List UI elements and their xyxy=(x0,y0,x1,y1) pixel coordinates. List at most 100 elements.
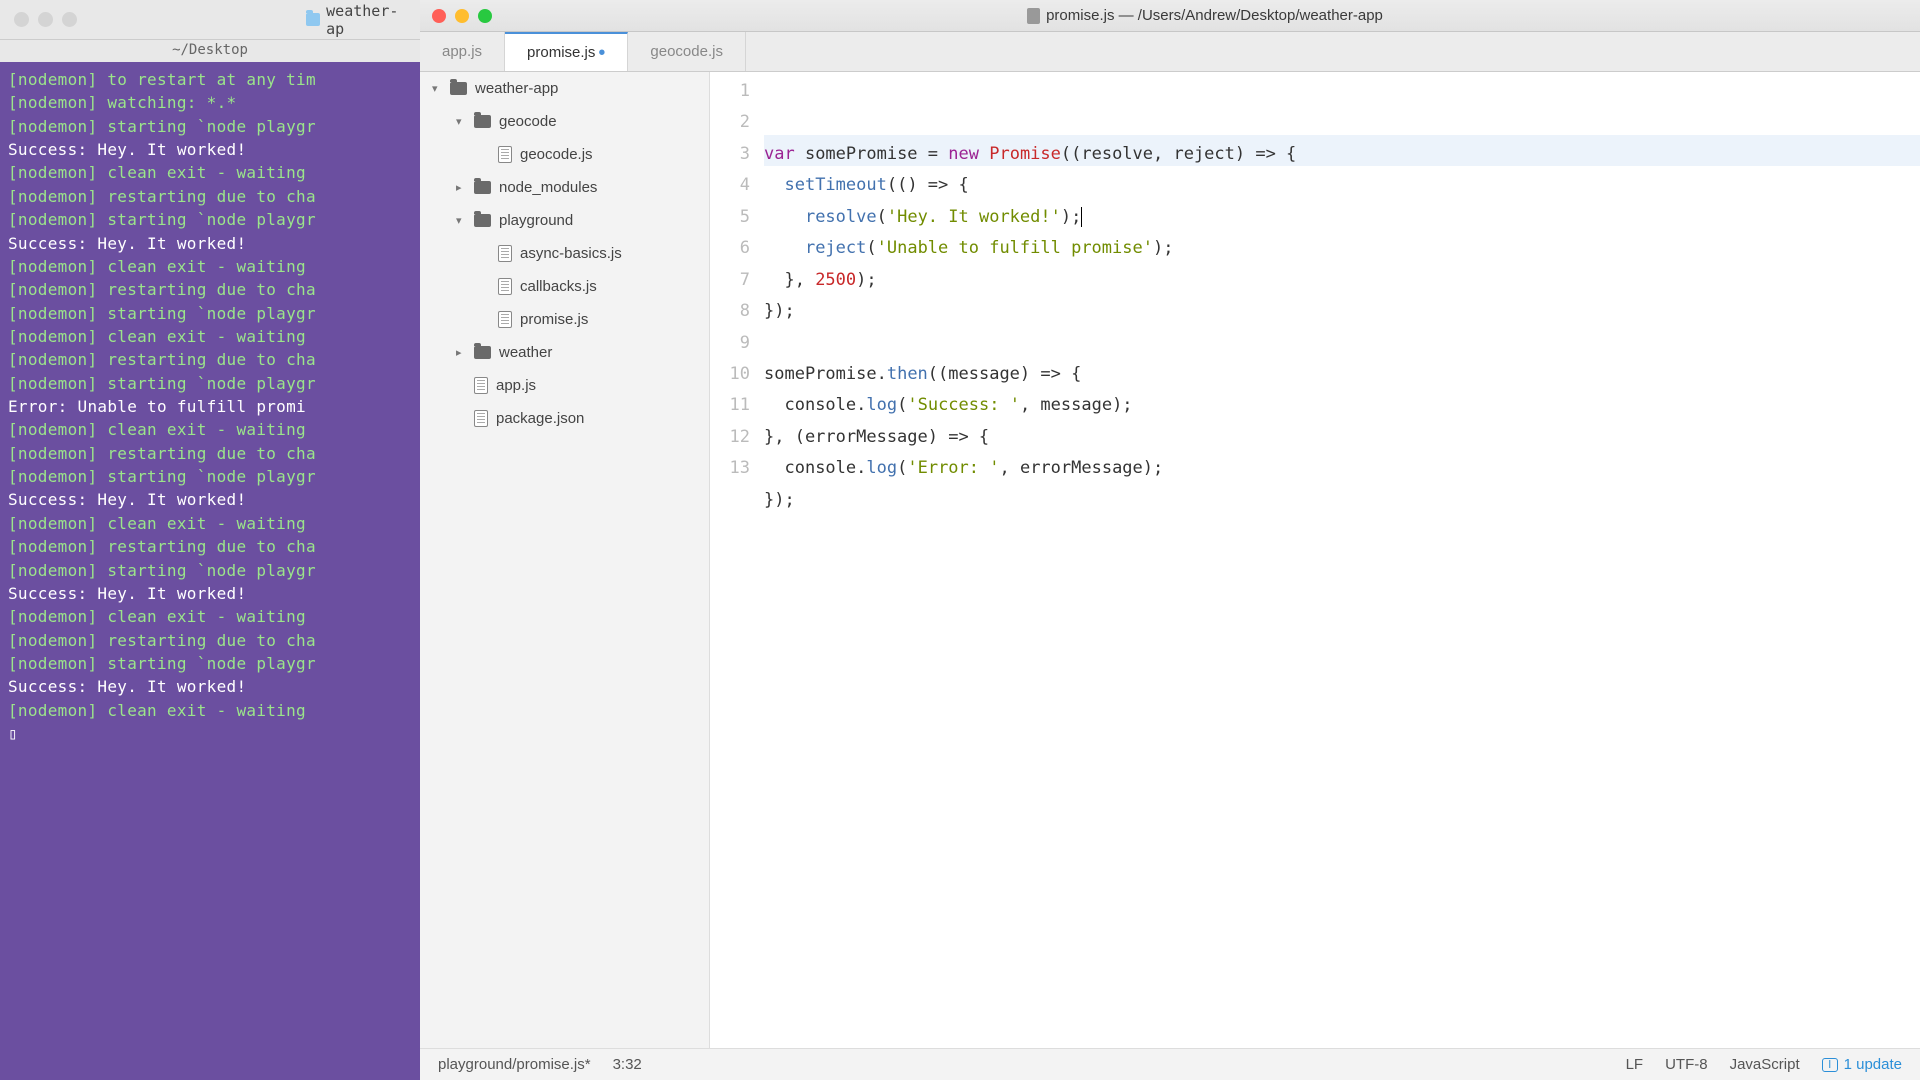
update-label: 1 update xyxy=(1844,1056,1902,1073)
terminal-maximize-icon[interactable] xyxy=(62,12,77,27)
tree-file-package-json[interactable]: package.json xyxy=(420,402,709,435)
terminal-line: [nodemon] starting `node playgr xyxy=(8,465,412,488)
file-icon xyxy=(498,311,512,328)
tree-root-label: weather-app xyxy=(475,80,558,97)
file-icon xyxy=(498,245,512,262)
terminal-minimize-icon[interactable] xyxy=(38,12,53,27)
terminal-line: [nodemon] clean exit - waiting xyxy=(8,512,412,535)
line-gutter: 12345678910111213 xyxy=(710,72,764,1048)
document-icon xyxy=(1027,8,1040,24)
chevron-right-icon: ▸ xyxy=(456,346,466,359)
editor-maximize-icon[interactable] xyxy=(478,9,492,23)
status-eol[interactable]: LF xyxy=(1626,1056,1644,1073)
terminal-line: [nodemon] starting `node playgr xyxy=(8,115,412,138)
terminal-line: [nodemon] restarting due to cha xyxy=(8,348,412,371)
terminal-line: [nodemon] to restart at any tim xyxy=(8,68,412,91)
tree-file-promise-js[interactable]: promise.js xyxy=(420,303,709,336)
folder-icon xyxy=(474,346,491,359)
tab-geocode-js[interactable]: geocode.js xyxy=(628,32,746,71)
tree-folder-playground[interactable]: ▾ playground xyxy=(420,204,709,237)
folder-icon xyxy=(306,13,320,26)
package-icon xyxy=(1822,1058,1838,1072)
file-icon xyxy=(474,377,488,394)
terminal-line: [nodemon] restarting due to cha xyxy=(8,442,412,465)
terminal-window: weather-ap ~/Desktop [nodemon] to restar… xyxy=(0,0,420,1080)
terminal-line: [nodemon] starting `node playgr xyxy=(8,302,412,325)
folder-icon xyxy=(474,214,491,227)
chevron-down-icon: ▾ xyxy=(432,82,442,95)
terminal-line: [nodemon] restarting due to cha xyxy=(8,535,412,558)
file-tree-sidebar[interactable]: ▾ weather-app ▾ geocode geocode.js ▸ node_mo… xyxy=(420,72,710,1048)
tree-item-label: async-basics.js xyxy=(520,245,622,262)
terminal-line: [nodemon] clean exit - waiting xyxy=(8,161,412,184)
file-icon xyxy=(498,278,512,295)
tree-folder-geocode[interactable]: ▾ geocode xyxy=(420,105,709,138)
editor-title-text: promise.js — /Users/Andrew/Desktop/weath… xyxy=(1046,7,1383,24)
terminal-line: [nodemon] clean exit - waiting xyxy=(8,325,412,348)
tree-file-async-basics-js[interactable]: async-basics.js xyxy=(420,237,709,270)
tree-item-label: weather xyxy=(499,344,552,361)
terminal-line: Success: Hey. It worked! xyxy=(8,138,412,161)
code-editor[interactable]: 12345678910111213 var somePromise = new … xyxy=(710,72,1920,1048)
folder-icon xyxy=(474,115,491,128)
tree-root[interactable]: ▾ weather-app xyxy=(420,72,709,105)
tab-promise-js[interactable]: promise.js• xyxy=(505,32,628,71)
editor-window-title: promise.js — /Users/Andrew/Desktop/weath… xyxy=(502,7,1908,24)
terminal-line: [nodemon] restarting due to cha xyxy=(8,629,412,652)
tree-item-label: geocode xyxy=(499,113,557,130)
status-encoding[interactable]: UTF-8 xyxy=(1665,1056,1708,1073)
terminal-line: [nodemon] restarting due to cha xyxy=(8,185,412,208)
chevron-right-icon: ▸ xyxy=(456,181,466,194)
tree-item-label: geocode.js xyxy=(520,146,593,163)
terminal-line: [nodemon] starting `node playgr xyxy=(8,372,412,395)
terminal-line: Error: Unable to fulfill promi xyxy=(8,395,412,418)
terminal-line: Success: Hey. It worked! xyxy=(8,675,412,698)
terminal-line: [nodemon] clean exit - waiting xyxy=(8,255,412,278)
terminal-line: Success: Hey. It worked! xyxy=(8,582,412,605)
tree-file-callbacks-js[interactable]: callbacks.js xyxy=(420,270,709,303)
terminal-tab[interactable]: weather-ap xyxy=(306,2,406,38)
terminal-traffic-lights[interactable] xyxy=(14,12,77,27)
editor-tabs: app.jspromise.js•geocode.js xyxy=(420,32,1920,72)
terminal-line: [nodemon] clean exit - waiting xyxy=(8,418,412,441)
editor-close-icon[interactable] xyxy=(432,9,446,23)
editor-traffic-lights[interactable] xyxy=(432,9,492,23)
terminal-close-icon[interactable] xyxy=(14,12,29,27)
tree-item-label: package.json xyxy=(496,410,584,427)
tab-app-js[interactable]: app.js xyxy=(420,32,505,71)
terminal-line: [nodemon] clean exit - waiting xyxy=(8,699,412,722)
status-language[interactable]: JavaScript xyxy=(1730,1056,1800,1073)
status-cursor: 3:32 xyxy=(613,1056,642,1073)
update-badge[interactable]: 1 update xyxy=(1822,1056,1902,1073)
tree-file-geocode-js[interactable]: geocode.js xyxy=(420,138,709,171)
editor-window: promise.js — /Users/Andrew/Desktop/weath… xyxy=(420,0,1920,1080)
tree-item-label: promise.js xyxy=(520,311,588,328)
terminal-titlebar[interactable]: weather-ap xyxy=(0,0,420,40)
tree-item-label: playground xyxy=(499,212,573,229)
folder-icon xyxy=(450,82,467,95)
status-bar: playground/promise.js* 3:32 LF UTF-8 Jav… xyxy=(420,1048,1920,1080)
file-icon xyxy=(474,410,488,427)
terminal-line: [nodemon] watching: *.* xyxy=(8,91,412,114)
tree-folder-weather[interactable]: ▸ weather xyxy=(420,336,709,369)
folder-icon xyxy=(474,181,491,194)
code-content[interactable]: var somePromise = new Promise((resolve, … xyxy=(764,72,1920,1048)
tree-item-label: node_modules xyxy=(499,179,597,196)
terminal-line: [nodemon] clean exit - waiting xyxy=(8,605,412,628)
tree-item-label: app.js xyxy=(496,377,536,394)
terminal-line: Success: Hey. It worked! xyxy=(8,488,412,511)
file-icon xyxy=(498,146,512,163)
editor-titlebar[interactable]: promise.js — /Users/Andrew/Desktop/weath… xyxy=(420,0,1920,32)
terminal-line: [nodemon] starting `node playgr xyxy=(8,208,412,231)
chevron-down-icon: ▾ xyxy=(456,115,466,128)
chevron-down-icon: ▾ xyxy=(456,214,466,227)
terminal-output[interactable]: [nodemon] to restart at any tim[nodemon]… xyxy=(0,62,420,751)
tree-file-app-js[interactable]: app.js xyxy=(420,369,709,402)
editor-main: ▾ weather-app ▾ geocode geocode.js ▸ node_mo… xyxy=(420,72,1920,1048)
tree-folder-node_modules[interactable]: ▸ node_modules xyxy=(420,171,709,204)
terminal-line: [nodemon] starting `node playgr xyxy=(8,652,412,675)
terminal-line: ▯ xyxy=(8,722,412,745)
terminal-line: [nodemon] restarting due to cha xyxy=(8,278,412,301)
terminal-line: [nodemon] starting `node playgr xyxy=(8,559,412,582)
editor-minimize-icon[interactable] xyxy=(455,9,469,23)
